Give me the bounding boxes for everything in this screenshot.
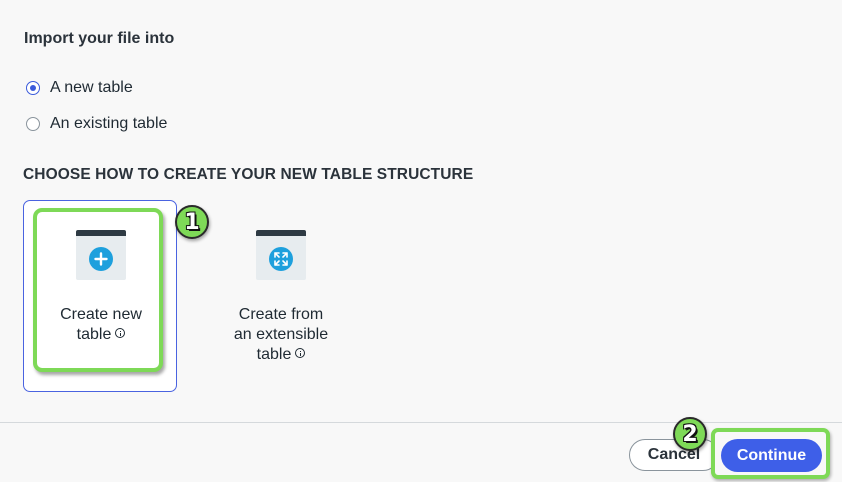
card-label-text: table	[76, 326, 112, 343]
card-extensible-label: Create from an extensible table	[216, 305, 346, 365]
card-label-text: table	[256, 346, 292, 363]
radio-button-unselected[interactable]	[26, 117, 40, 131]
structure-heading: CHOOSE HOW TO CREATE YOUR NEW TABLE STRU…	[23, 166, 474, 183]
table-tile-icon	[256, 230, 306, 280]
card-label-line-with-info: table	[43, 325, 159, 345]
radio-new-table[interactable]: A new table	[26, 79, 133, 97]
radio-button-selected[interactable]	[26, 81, 40, 95]
radio-label-new-table: A new table	[50, 79, 133, 96]
radio-existing-table[interactable]: An existing table	[26, 115, 167, 133]
card-label-line: an extensible	[233, 326, 329, 343]
continue-button[interactable]: Continue	[721, 439, 822, 472]
info-icon[interactable]	[295, 348, 306, 358]
info-icon[interactable]	[115, 328, 126, 338]
table-tile-icon	[76, 230, 126, 280]
step-badge-1: 1	[175, 205, 209, 239]
card-create-new-label: Create new table	[43, 305, 159, 345]
radio-label-existing-table: An existing table	[50, 115, 168, 132]
step-badge-2: 2	[673, 417, 707, 451]
card-label-line: Create new	[60, 306, 142, 323]
card-label-line: Create from	[238, 306, 324, 323]
footer-divider	[0, 422, 842, 423]
import-section-title: Import your file into	[24, 30, 175, 47]
card-label-line-with-info: table	[216, 345, 346, 365]
plus-icon	[89, 247, 113, 271]
expand-icon	[269, 247, 293, 271]
cancel-button[interactable]: Cancel	[629, 439, 719, 471]
